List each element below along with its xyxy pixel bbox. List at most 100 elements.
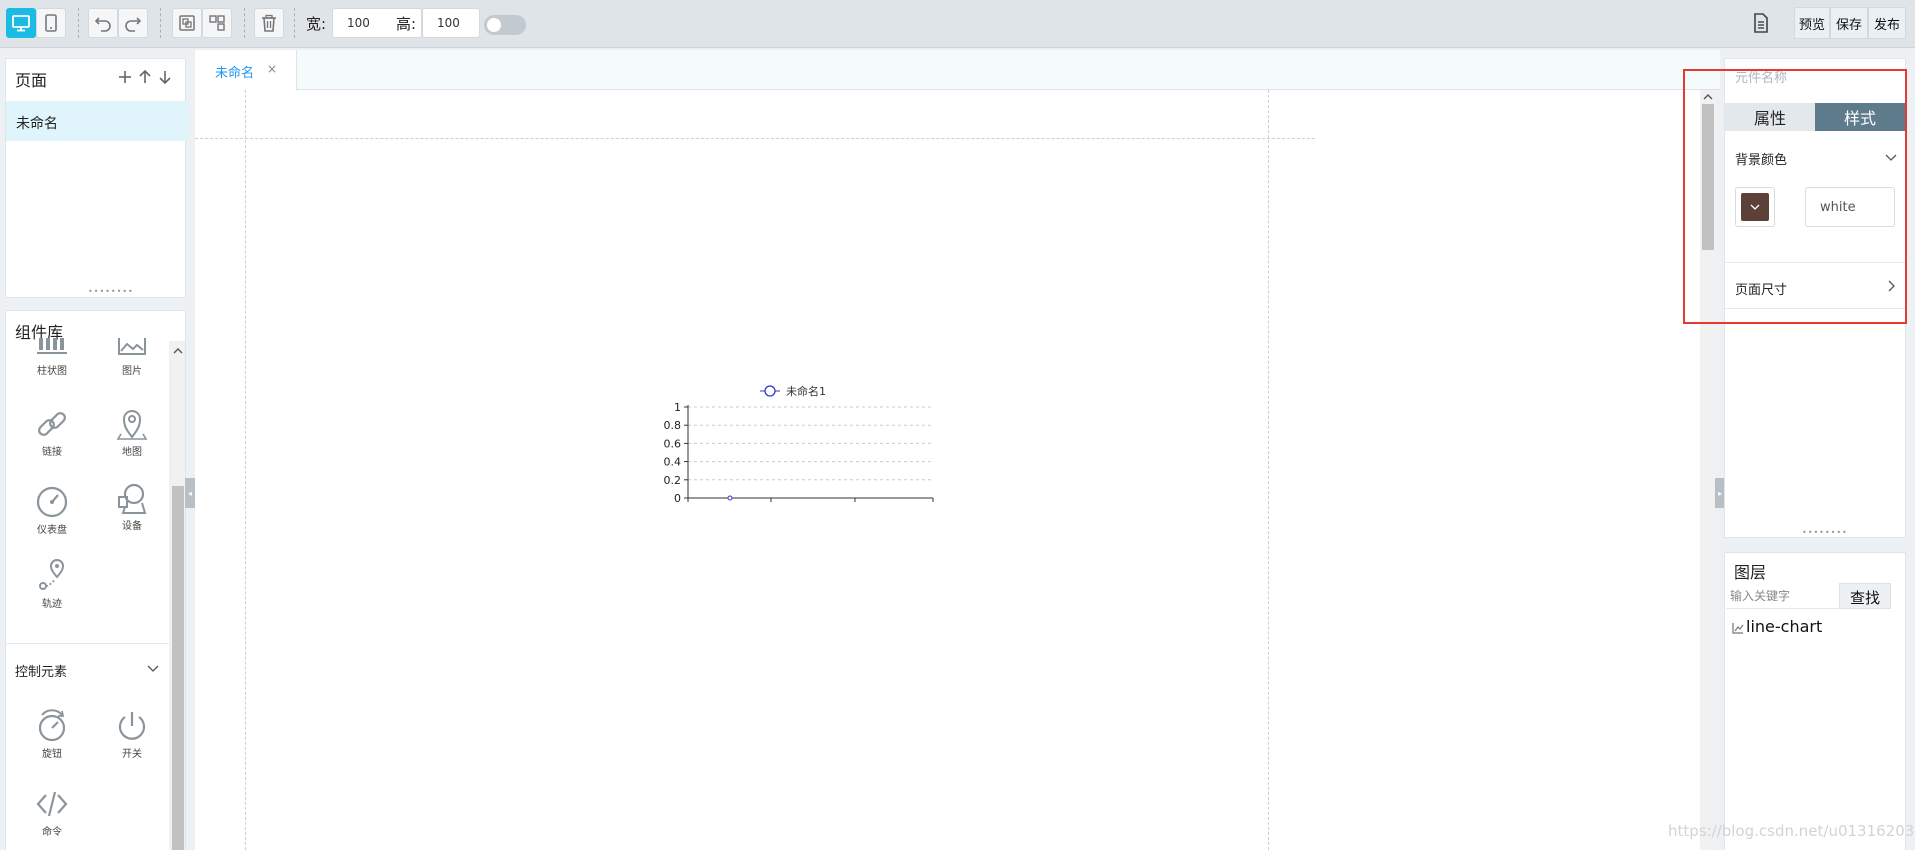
layers-panel-title: 图层 (1734, 563, 1767, 582)
redo-button[interactable] (118, 8, 148, 38)
chevron-down-icon[interactable] (147, 663, 159, 673)
map-pin-icon (116, 410, 148, 440)
toolbar-divider (294, 8, 295, 38)
data-point (727, 495, 733, 501)
y-tick-label: 0 (674, 492, 681, 502)
redo-icon (125, 17, 142, 32)
move-up-icon[interactable] (138, 69, 152, 85)
properties-resize-grip[interactable]: •••••••• (1802, 528, 1848, 537)
bar-chart-icon (37, 338, 67, 354)
component-switch[interactable]: 开关 (97, 709, 167, 760)
component-knob[interactable]: 旋钮 (17, 709, 87, 760)
power-icon (118, 712, 146, 740)
width-label: 宽: (306, 15, 327, 33)
component-bar-chart[interactable]: 柱状图 (17, 338, 87, 377)
layer-search-button[interactable]: 查找 (1839, 583, 1891, 609)
legend-marker (764, 385, 776, 397)
trash-icon (262, 14, 276, 32)
page-guide-left (245, 90, 246, 850)
mobile-view-button[interactable] (36, 8, 66, 38)
canvas-tabbar: 未命名 × (195, 50, 1720, 90)
component-label: 仪表盘 (37, 525, 67, 536)
design-canvas[interactable]: 未命名1 1 0.8 0.6 0.4 0.2 0 (195, 90, 1700, 850)
layer-label: line-chart (1746, 617, 1823, 636)
add-page-icon[interactable] (117, 69, 133, 85)
top-toolbar: 宽: 100 高: 100 预览 保存 发布 (0, 0, 1915, 48)
component-label: 轨迹 (42, 599, 62, 610)
undo-icon (94, 17, 111, 32)
desktop-view-button[interactable] (6, 8, 36, 38)
component-gauge[interactable]: 仪表盘 (17, 485, 87, 536)
image-icon (118, 338, 146, 355)
pages-panel: 页面 未命名 •••••••• (5, 58, 189, 298)
component-link[interactable]: 链接 (17, 407, 87, 458)
gauge-icon (36, 486, 68, 518)
tab-label: 未命名 (215, 66, 255, 81)
close-icon[interactable]: × (267, 62, 277, 76)
delete-button[interactable] (254, 8, 284, 38)
watermark: https://blog.csdn.net/u013162035 (1668, 822, 1915, 840)
component-route[interactable]: 轨迹 (17, 559, 87, 610)
component-label: 柱状图 (37, 366, 67, 377)
line-chart-icon (1732, 623, 1744, 634)
left-panel-collapse-handle[interactable]: ◂ (185, 478, 195, 508)
annotation-highlight-box (1683, 69, 1907, 324)
component-command[interactable]: 命令 (17, 787, 87, 838)
scroll-up-icon[interactable] (173, 347, 183, 355)
knob-icon (38, 709, 66, 742)
library-scroll-thumb[interactable] (172, 486, 184, 850)
undo-button[interactable] (88, 8, 118, 38)
component-label: 链接 (42, 447, 62, 458)
y-tick-label: 0.2 (664, 474, 682, 487)
toolbar-divider (78, 8, 79, 38)
ungroup-icon (209, 15, 225, 31)
document-button[interactable] (1750, 12, 1774, 36)
preview-button[interactable]: 预览 (1794, 7, 1830, 39)
y-tick-label: 1 (674, 401, 681, 414)
tab-untitled[interactable]: 未命名 × (195, 50, 297, 90)
device-icon (118, 483, 147, 514)
route-icon (39, 559, 65, 590)
y-tick-label: 0.6 (664, 437, 682, 450)
y-tick-label: 0.8 (664, 419, 682, 432)
layer-item[interactable]: line-chart (1730, 617, 1900, 637)
component-label: 设备 (122, 521, 142, 532)
document-icon (1754, 13, 1768, 33)
toolbar-divider (244, 8, 245, 38)
component-label: 旋钮 (42, 749, 62, 760)
group-icon (179, 15, 195, 31)
component-label: 命令 (42, 827, 62, 838)
page-list-item[interactable]: 未命名 (6, 101, 189, 141)
page-guide-right (1268, 90, 1269, 850)
lock-ratio-toggle[interactable] (484, 15, 526, 35)
component-map[interactable]: 地图 (97, 407, 167, 458)
component-device[interactable]: 设备 (97, 483, 167, 532)
component-label: 图片 (122, 366, 142, 377)
move-down-icon[interactable] (158, 69, 172, 85)
link-icon (38, 412, 66, 436)
layer-search-input[interactable]: 输入关键字 (1726, 583, 1839, 609)
pages-panel-title: 页面 (15, 71, 48, 90)
component-image[interactable]: 图片 (97, 338, 167, 377)
pages-resize-grip[interactable]: •••••••• (88, 287, 134, 296)
group-button[interactable] (172, 8, 202, 38)
control-section-title[interactable]: 控制元素 (15, 661, 67, 680)
phone-icon (45, 14, 57, 32)
component-label: 地图 (122, 447, 142, 458)
ungroup-button[interactable] (202, 8, 232, 38)
code-icon (36, 791, 68, 817)
toolbar-divider (160, 8, 161, 38)
height-input[interactable]: 100 (422, 8, 480, 38)
publish-button[interactable]: 发布 (1868, 7, 1906, 39)
layers-panel: 图层 输入关键字 查找 line-chart (1724, 552, 1906, 850)
monitor-icon (12, 15, 30, 32)
height-label: 高: (396, 15, 417, 33)
line-chart[interactable]: 未命名1 1 0.8 0.6 0.4 0.2 0 (650, 352, 940, 502)
save-button[interactable]: 保存 (1830, 7, 1868, 39)
legend-label: 未命名1 (786, 384, 826, 398)
component-library-panel: 组件库 柱状图 图片 链接 地图 仪表盘 设备 轨迹 控制元素 旋钮 开关 命令 (5, 310, 186, 850)
toggle-knob (487, 18, 501, 32)
page-guide-top (195, 138, 1315, 139)
library-divider (6, 643, 169, 644)
component-label: 开关 (122, 749, 142, 760)
